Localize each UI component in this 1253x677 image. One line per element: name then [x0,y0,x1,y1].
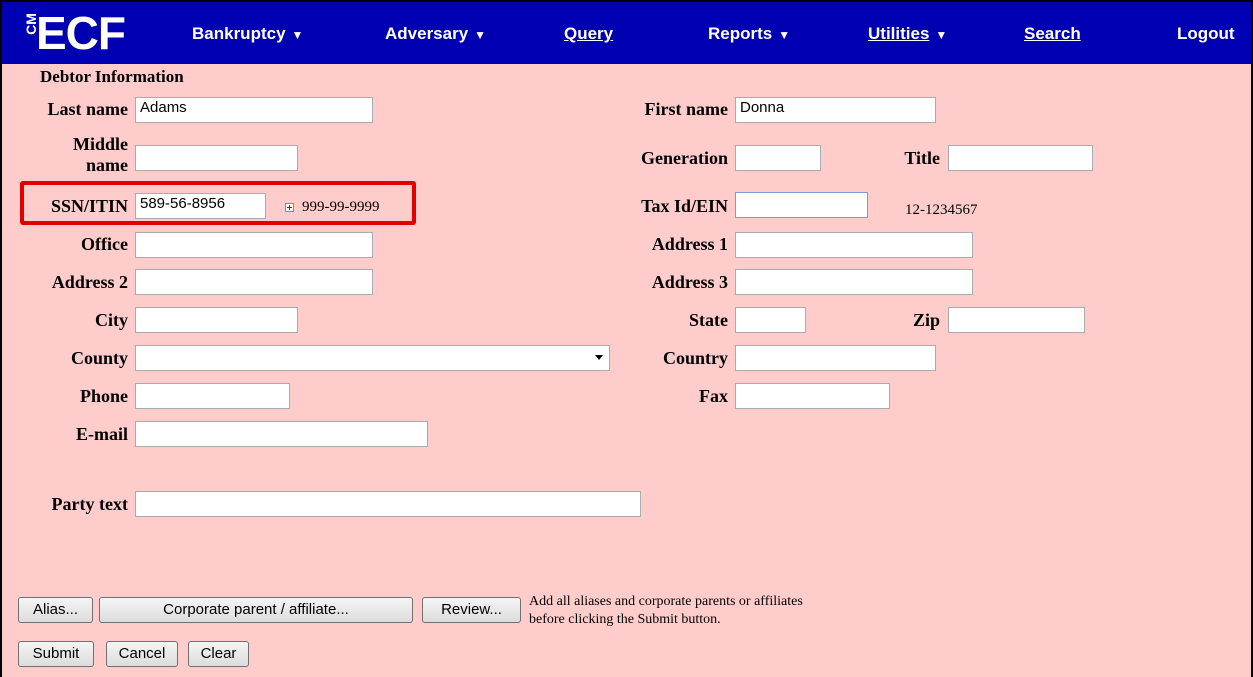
middle-name-input[interactable] [135,145,298,171]
nav-bankruptcy-label: Bankruptcy [192,24,286,43]
office-label: Office [81,234,128,254]
address1-label: Address 1 [651,234,728,254]
address3-label: Address 3 [651,272,728,292]
first-name-label: First name [644,99,728,119]
state-input[interactable] [735,307,806,333]
tax-id-format-hint: 12-1234567 [905,202,978,218]
zip-label: Zip [912,310,940,330]
nav-utilities[interactable]: Utilities ▼ [868,24,947,44]
office-input[interactable] [135,232,373,258]
party-text-input[interactable] [135,491,641,517]
nav-bankruptcy[interactable]: Bankruptcy ▼ [192,24,303,44]
email-input[interactable] [135,421,428,447]
section-title: Debtor Information [40,67,184,86]
middle-name-label-line2: name [86,155,128,175]
nav-reports[interactable]: Reports ▼ [708,24,790,44]
nav-logout[interactable]: Logout [1177,24,1235,44]
clear-button[interactable]: Clear [188,641,249,667]
nav-search-label: Search [1024,24,1081,43]
country-label: Country [662,348,728,368]
instructions-note-line2: before clicking the Submit button. [529,612,721,627]
title-label: Title [904,148,940,168]
email-label: E-mail [76,424,128,444]
middle-name-label: Middle name [2,134,128,176]
nav-search[interactable]: Search [1024,24,1081,44]
fax-input[interactable] [735,383,890,409]
top-nav-bar: CM ECF Bankruptcy ▼ Adversary ▼ Query Repo… [2,0,1251,64]
nav-adversary[interactable]: Adversary ▼ [385,24,486,44]
nav-utilities-label: Utilities [868,24,930,43]
instructions-note-line1: Add all aliases and corporate parents or… [529,594,803,609]
cancel-button[interactable]: Cancel [106,641,178,667]
nav-reports-label: Reports [708,24,773,43]
page-frame: CM ECF Bankruptcy ▼ Adversary ▼ Query Repo… [0,0,1253,677]
address2-input[interactable] [135,269,373,295]
last-name-label: Last name [47,99,129,119]
first-name-input[interactable]: Donna [735,97,936,123]
ssn-highlight-box [20,181,416,225]
middle-name-label-line1: Middle [72,134,128,154]
tax-id-label: Tax Id/EIN [641,196,728,216]
county-select[interactable] [135,345,610,371]
corporate-affiliate-button[interactable]: Corporate parent / affiliate... [99,597,413,623]
title-input[interactable] [948,145,1093,171]
county-label: County [70,348,128,368]
nav-logout-label: Logout [1177,24,1235,43]
last-name-input[interactable]: Adams [135,97,373,123]
state-label: State [689,310,728,330]
submit-button[interactable]: Submit [18,641,94,667]
chevron-down-icon: ▼ [291,28,304,42]
chevron-down-icon: ▼ [474,28,487,42]
generation-label: Generation [641,148,728,168]
cmecf-logo[interactable]: CM ECF [16,6,146,62]
city-input[interactable] [135,307,298,333]
city-label: City [95,310,128,330]
generation-input[interactable] [735,145,821,171]
chevron-down-icon: ▼ [778,28,791,42]
logo-ecf-text: ECF [36,7,126,59]
alias-button[interactable]: Alias... [18,597,93,623]
address1-input[interactable] [735,232,973,258]
country-input[interactable] [735,345,936,371]
review-button[interactable]: Review... [422,597,521,623]
tax-id-input[interactable] [735,192,868,218]
nav-query-label: Query [564,24,614,43]
chevron-down-icon: ▼ [935,28,948,42]
nav-adversary-label: Adversary [385,24,469,43]
phone-label: Phone [79,386,128,406]
fax-label: Fax [699,386,728,406]
nav-query[interactable]: Query [564,24,613,44]
instructions-note: Add all aliases and corporate parents or… [529,593,803,629]
address2-label: Address 2 [51,272,128,292]
party-text-label: Party text [51,494,128,514]
phone-input[interactable] [135,383,290,409]
address3-input[interactable] [735,269,973,295]
zip-input[interactable] [948,307,1085,333]
